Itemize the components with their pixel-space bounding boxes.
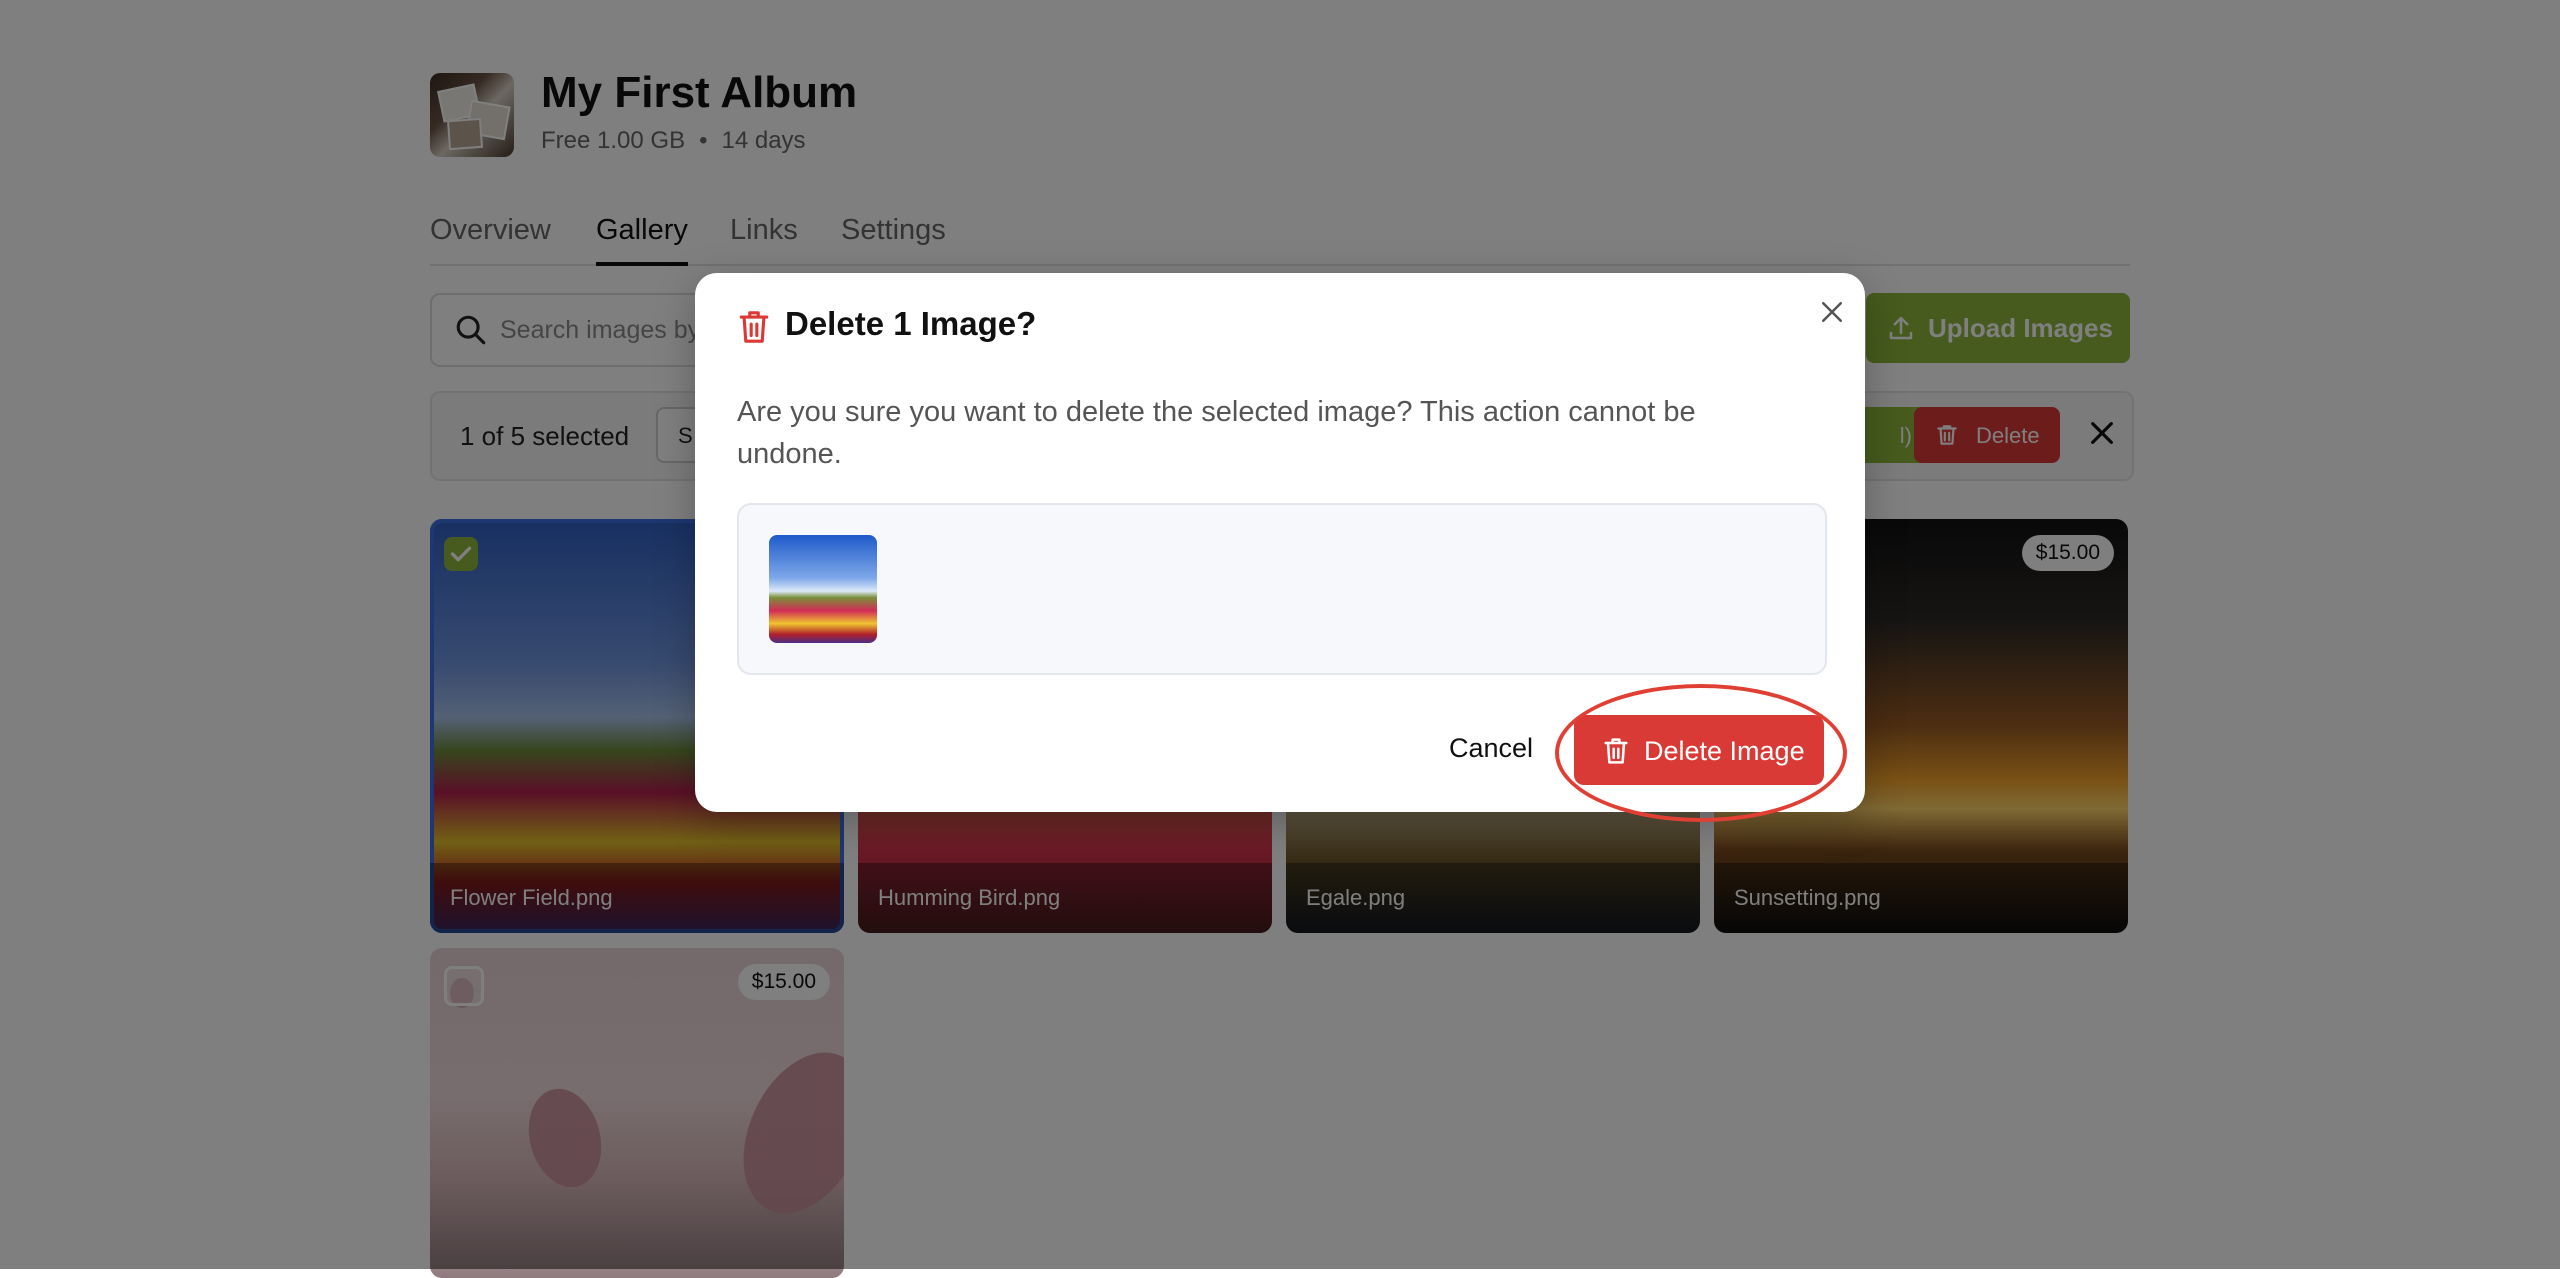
trash-icon [1604,738,1628,764]
cancel-button[interactable]: Cancel [1449,733,1533,764]
delete-image-button[interactable]: Delete Image [1574,715,1824,785]
close-icon[interactable] [1817,297,1847,327]
selected-images-preview [737,503,1827,675]
dialog-title: Delete 1 Image? [785,305,1037,342]
preview-thumbnail [769,535,877,643]
trash-icon [739,311,769,343]
delete-confirm-dialog: Delete 1 Image? Are you sure you want to… [695,273,1865,812]
dialog-message: Are you sure you want to delete the sele… [737,396,1696,470]
delete-image-label: Delete Image [1644,736,1805,766]
page: My First Album Free 1.00 GB•14 days Over… [0,0,2560,1278]
